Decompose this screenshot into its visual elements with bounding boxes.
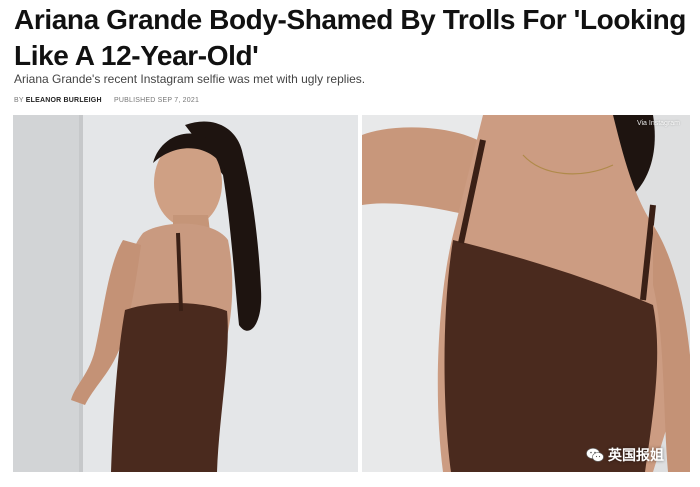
image-credit: Via Instagram: [636, 120, 680, 127]
byline: BY ELEANOR BURLEIGH PUBLISHED SEP 7, 202…: [14, 96, 199, 106]
published-date: SEP 7, 2021: [157, 97, 200, 104]
photo-divider: [358, 115, 362, 472]
left-photo-door-frame: [79, 115, 83, 472]
article-photo: Via Instagram: [13, 115, 690, 472]
watermark-text: 英国报姐: [608, 447, 664, 463]
photo-collage: [13, 115, 690, 472]
left-photo-door-edge: [13, 115, 81, 472]
headline: Ariana Grande Body-Shamed By Trolls For …: [14, 4, 687, 71]
wechat-icon: [586, 448, 604, 462]
published-label: PUBLISHED: [114, 97, 156, 104]
left-figure-dress: [111, 302, 228, 472]
article-dek: Ariana Grande's recent Instagram selfie …: [14, 72, 366, 86]
byline-by-label: BY: [14, 97, 24, 104]
article: Ariana Grande Body-Shamed By Trolls For …: [0, 0, 700, 487]
byline-author[interactable]: ELEANOR BURLEIGH: [26, 97, 102, 104]
source-watermark: 英国报姐: [586, 444, 664, 466]
